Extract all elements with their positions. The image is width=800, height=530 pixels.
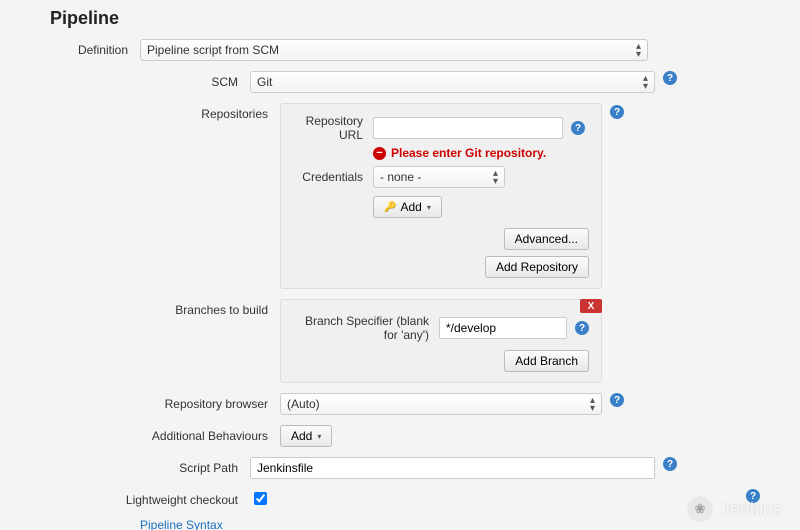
chevron-updown-icon: ▴ ▾: [643, 75, 648, 91]
repo-url-label: Repository URL: [293, 114, 373, 142]
chevron-updown-icon: ▴ ▾: [493, 170, 498, 186]
help-icon[interactable]: ?: [575, 321, 589, 335]
help-icon[interactable]: ?: [610, 105, 624, 119]
help-icon[interactable]: ?: [571, 121, 585, 135]
key-icon: 🔑: [384, 202, 396, 213]
script-path-input[interactable]: [250, 457, 655, 479]
pipeline-syntax-link[interactable]: Pipeline Syntax: [140, 518, 223, 530]
repo-browser-value: (Auto): [287, 397, 320, 411]
add-cred-label: Add: [400, 200, 421, 214]
scm-value: Git: [257, 75, 272, 89]
lightweight-label: Lightweight checkout: [60, 489, 250, 507]
add-behaviour-label: Add: [291, 429, 312, 443]
help-icon[interactable]: ?: [663, 71, 677, 85]
lightweight-checkbox[interactable]: [254, 492, 267, 505]
repo-url-input[interactable]: [373, 117, 563, 139]
scm-select[interactable]: Git ▴ ▾: [250, 71, 655, 93]
repo-browser-select[interactable]: (Auto) ▴ ▾: [280, 393, 602, 415]
repository-card: Repository URL ? − Please enter Git repo…: [280, 103, 602, 289]
error-icon: −: [373, 147, 386, 160]
branch-specifier-input[interactable]: [439, 317, 567, 339]
help-icon[interactable]: ?: [610, 393, 624, 407]
definition-value: Pipeline script from SCM: [147, 43, 279, 57]
credentials-value: - none -: [380, 170, 421, 184]
footer-text: Jenkins: [721, 499, 782, 520]
wechat-icon: ❀: [687, 496, 713, 522]
chevron-updown-icon: ▴ ▾: [590, 397, 595, 413]
error-message: − Please enter Git repository.: [373, 146, 546, 160]
repo-browser-label: Repository browser: [120, 393, 280, 411]
credentials-select[interactable]: - none - ▴ ▾: [373, 166, 505, 188]
footer-watermark: ❀ Jenkins: [687, 496, 782, 522]
definition-select[interactable]: Pipeline script from SCM ▴ ▾: [140, 39, 648, 61]
add-repository-button[interactable]: Add Repository: [485, 256, 589, 278]
definition-label: Definition: [50, 39, 140, 57]
advanced-button[interactable]: Advanced...: [504, 228, 589, 250]
behaviours-label: Additional Behaviours: [120, 425, 280, 443]
page-title: Pipeline: [50, 8, 760, 29]
scm-label: SCM: [60, 71, 250, 89]
branch-specifier-label: Branch Specifier (blank for 'any'): [293, 314, 439, 342]
branch-card: X Branch Specifier (blank for 'any') ? A…: [280, 299, 602, 383]
add-credentials-button[interactable]: 🔑 Add ▾: [373, 196, 442, 218]
script-path-label: Script Path: [60, 457, 250, 475]
chevron-updown-icon: ▴ ▾: [636, 43, 641, 59]
help-icon[interactable]: ?: [663, 457, 677, 471]
error-text: Please enter Git repository.: [391, 146, 546, 160]
add-branch-button[interactable]: Add Branch: [504, 350, 589, 372]
credentials-label: Credentials: [293, 170, 373, 184]
branches-label: Branches to build: [120, 299, 280, 317]
repositories-label: Repositories: [120, 103, 280, 121]
chevron-down-icon: ▾: [427, 203, 431, 212]
chevron-down-icon: ▾: [317, 432, 321, 441]
add-behaviour-button[interactable]: Add ▾: [280, 425, 332, 447]
delete-branch-button[interactable]: X: [580, 299, 602, 313]
